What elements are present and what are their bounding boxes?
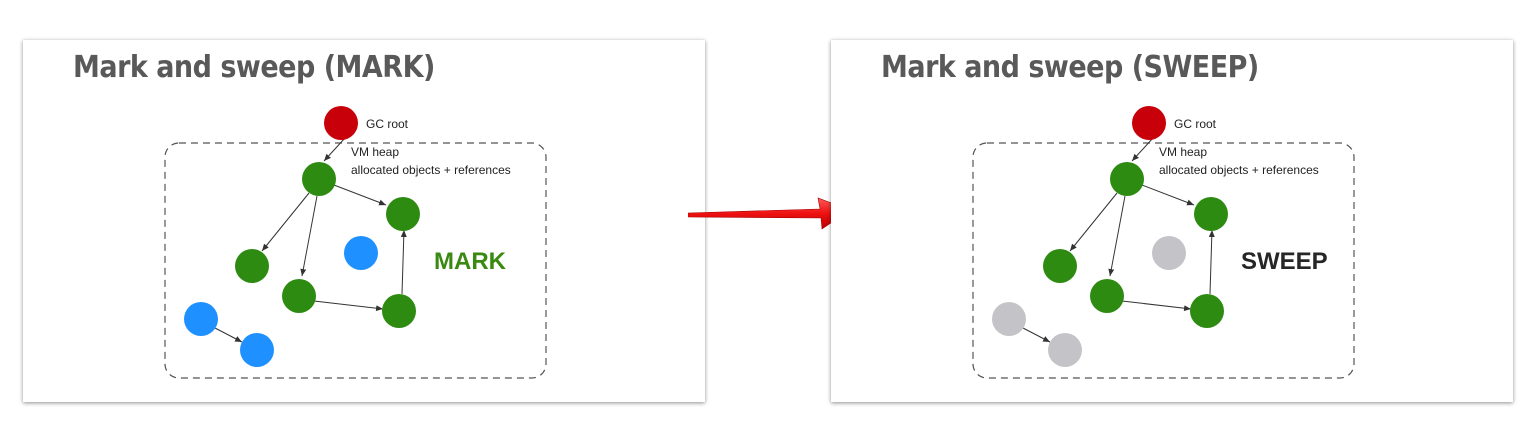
reference-arrow bbox=[1141, 184, 1195, 206]
phase-label: SWEEP bbox=[1241, 248, 1328, 275]
vm-heap-label: VM heap bbox=[1159, 145, 1207, 159]
reference-arrow bbox=[1069, 192, 1118, 252]
slide-sweep: Mark and sweep (SWEEP) GC root VM heap a… bbox=[831, 40, 1513, 402]
swept-object bbox=[992, 302, 1026, 336]
phase-label: MARK bbox=[434, 248, 507, 275]
reachable-object bbox=[1090, 279, 1124, 313]
gc-root-label: GC root bbox=[366, 117, 409, 131]
gc-root-node bbox=[324, 106, 358, 140]
reachable-object bbox=[1043, 249, 1077, 283]
reference-arrow bbox=[1108, 195, 1126, 277]
gc-root-label: GC root bbox=[1174, 117, 1217, 131]
slide-mark: Mark and sweep (MARK) GC root VM heap al… bbox=[23, 40, 705, 402]
reachable-object bbox=[386, 197, 420, 231]
swept-object bbox=[1048, 333, 1082, 367]
reference-arrow bbox=[1121, 300, 1192, 312]
reachable-object bbox=[382, 294, 416, 328]
heap-description-label: allocated objects + references bbox=[1159, 163, 1319, 177]
gc-root-node bbox=[1132, 106, 1166, 140]
heap-description-label: allocated objects + references bbox=[351, 163, 511, 177]
heap-diagram: GC root VM heap allocated objects + refe… bbox=[972, 106, 1355, 379]
reachable-object bbox=[282, 279, 316, 313]
reference-arrow bbox=[1208, 229, 1215, 295]
reference-arrow bbox=[1022, 327, 1051, 343]
reachable-object bbox=[1190, 294, 1224, 328]
heap-diagram: GC root VM heap allocated objects + refe… bbox=[164, 106, 547, 379]
swept-object bbox=[1152, 236, 1186, 270]
reachable-object bbox=[235, 249, 269, 283]
reachable-object bbox=[1194, 197, 1228, 231]
unreachable-object bbox=[240, 333, 274, 367]
reference-arrow bbox=[400, 229, 407, 295]
transition-arrow bbox=[688, 197, 851, 230]
reference-arrow bbox=[333, 184, 387, 206]
reference-arrow bbox=[313, 300, 384, 312]
reference-arrow bbox=[300, 195, 318, 277]
reference-arrow bbox=[1131, 137, 1154, 162]
reference-arrow bbox=[214, 327, 243, 343]
reachable-object bbox=[1110, 162, 1144, 196]
unreachable-object bbox=[184, 302, 218, 336]
vm-heap-label: VM heap bbox=[351, 145, 399, 159]
reference-arrow bbox=[323, 137, 346, 162]
reachable-object bbox=[302, 162, 336, 196]
unreachable-object bbox=[344, 236, 378, 270]
reference-arrow bbox=[261, 192, 310, 252]
